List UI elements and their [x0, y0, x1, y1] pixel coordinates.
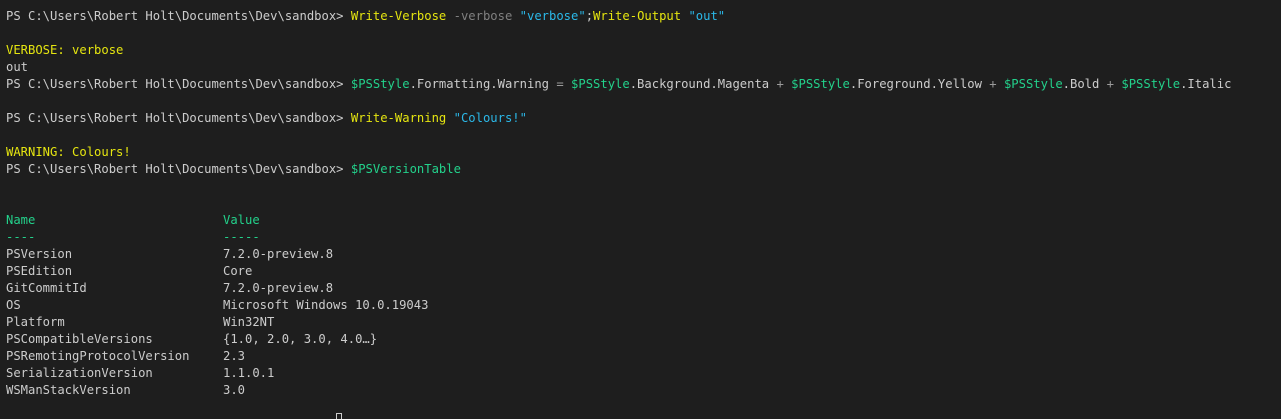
command-line-3: PS C:\Users\Robert Holt\Documents\Dev\sa…: [6, 110, 1281, 127]
row-value: Core: [223, 264, 253, 278]
string-out: "out": [688, 9, 726, 23]
row-name: PSVersion: [6, 247, 73, 261]
cmdlet-write-warning: Write-Warning: [350, 111, 447, 125]
prompt: PS C:\Users\Robert Holt\Documents\Dev\sa…: [6, 9, 351, 23]
separator: ;: [585, 9, 594, 23]
row-name: Platform: [6, 315, 65, 329]
table-row: SerializationVersion 1.1.0.1: [6, 365, 1281, 382]
command-line-2: PS C:\Users\Robert Holt\Documents\Dev\sa…: [6, 76, 1281, 93]
operator-plus: +: [769, 77, 792, 91]
operator-plus: +: [1099, 77, 1122, 91]
row-value: 7.2.0-preview.8: [223, 247, 334, 261]
string-verbose: "verbose": [519, 9, 586, 23]
parameter-verbose: -verbose: [453, 9, 513, 23]
property-italic: .Italic: [1180, 77, 1232, 91]
row-value: Win32NT: [223, 315, 275, 329]
row-value: Microsoft Windows 10.0.19043: [223, 298, 429, 312]
string-colours: "Colours!": [453, 111, 527, 125]
cmdlet-write-verbose: Write-Verbose: [350, 9, 447, 23]
table-row: PSEdition Core: [6, 263, 1281, 280]
variable-psstyle: $PSStyle: [571, 77, 630, 91]
row-name: PSEdition: [6, 264, 73, 278]
operator-assign: =: [549, 77, 572, 91]
prompt: PS C:\Users\Robert Holt\Documents\Dev\sa…: [6, 77, 351, 91]
row-value: 3.0: [223, 383, 246, 397]
cmdlet-write-output: Write-Output: [593, 9, 682, 23]
terminal-output[interactable]: PS C:\Users\Robert Holt\Documents\Dev\sa…: [6, 8, 1281, 399]
command-line-1: PS C:\Users\Robert Holt\Documents\Dev\sa…: [6, 8, 1281, 25]
prompt: PS C:\Users\Robert Holt\Documents\Dev\sa…: [6, 111, 351, 125]
property-foreground-yellow: .Foreground.Yellow: [849, 77, 982, 91]
property-bold: .Bold: [1062, 77, 1100, 91]
underline-name: ----: [6, 230, 36, 244]
table-row: WSManStackVersion 3.0: [6, 382, 1281, 399]
warning-output: WARNING: Colours!: [6, 145, 131, 159]
table-row: OS Microsoft Windows 10.0.19043: [6, 297, 1281, 314]
variable-psstyle: $PSStyle: [1121, 77, 1181, 91]
variable-psstyle: $PSStyle: [350, 77, 410, 91]
table-row: PSCompatibleVersions {1.0, 2.0, 3.0, 4.0……: [6, 331, 1281, 348]
variable-psversiontable: $PSVersionTable: [350, 162, 461, 176]
verbose-output: VERBOSE: verbose: [6, 43, 124, 57]
prompt: PS C:\Users\Robert Holt\Documents\Dev\sa…: [6, 162, 351, 176]
table-header-underline: ---- -----: [6, 229, 1281, 246]
underline-value: -----: [223, 230, 260, 244]
column-header-value: Value: [223, 213, 260, 227]
row-value: {1.0, 2.0, 3.0, 4.0…}: [223, 332, 378, 346]
property-formatting-warning: .Formatting.Warning: [409, 77, 549, 91]
property-background-magenta: .Background.Magenta: [629, 77, 770, 91]
table-row: PSVersion 7.2.0-preview.8: [6, 246, 1281, 263]
variable-psstyle: $PSStyle: [1003, 77, 1063, 91]
table-header: Name Value: [6, 212, 1281, 229]
table-row: Platform Win32NT: [6, 314, 1281, 331]
row-name: PSRemotingProtocolVersion: [6, 349, 190, 363]
row-name: PSCompatibleVersions: [6, 332, 153, 346]
command-line-4: PS C:\Users\Robert Holt\Documents\Dev\sa…: [6, 161, 1281, 178]
operator-plus: +: [981, 77, 1004, 91]
variable-psstyle: $PSStyle: [791, 77, 850, 91]
text-cursor: [336, 413, 342, 419]
standard-output: out: [6, 60, 29, 74]
row-name: OS: [6, 298, 21, 312]
row-value: 1.1.0.1: [223, 366, 275, 380]
row-name: WSManStackVersion: [6, 383, 131, 397]
row-value: 2.3: [223, 349, 246, 363]
row-value: 7.2.0-preview.8: [223, 281, 334, 295]
row-name: GitCommitId: [6, 281, 87, 295]
table-row: PSRemotingProtocolVersion 2.3: [6, 348, 1281, 365]
column-header-name: Name: [6, 213, 36, 227]
row-name: SerializationVersion: [6, 366, 153, 380]
table-row: GitCommitId 7.2.0-preview.8: [6, 280, 1281, 297]
